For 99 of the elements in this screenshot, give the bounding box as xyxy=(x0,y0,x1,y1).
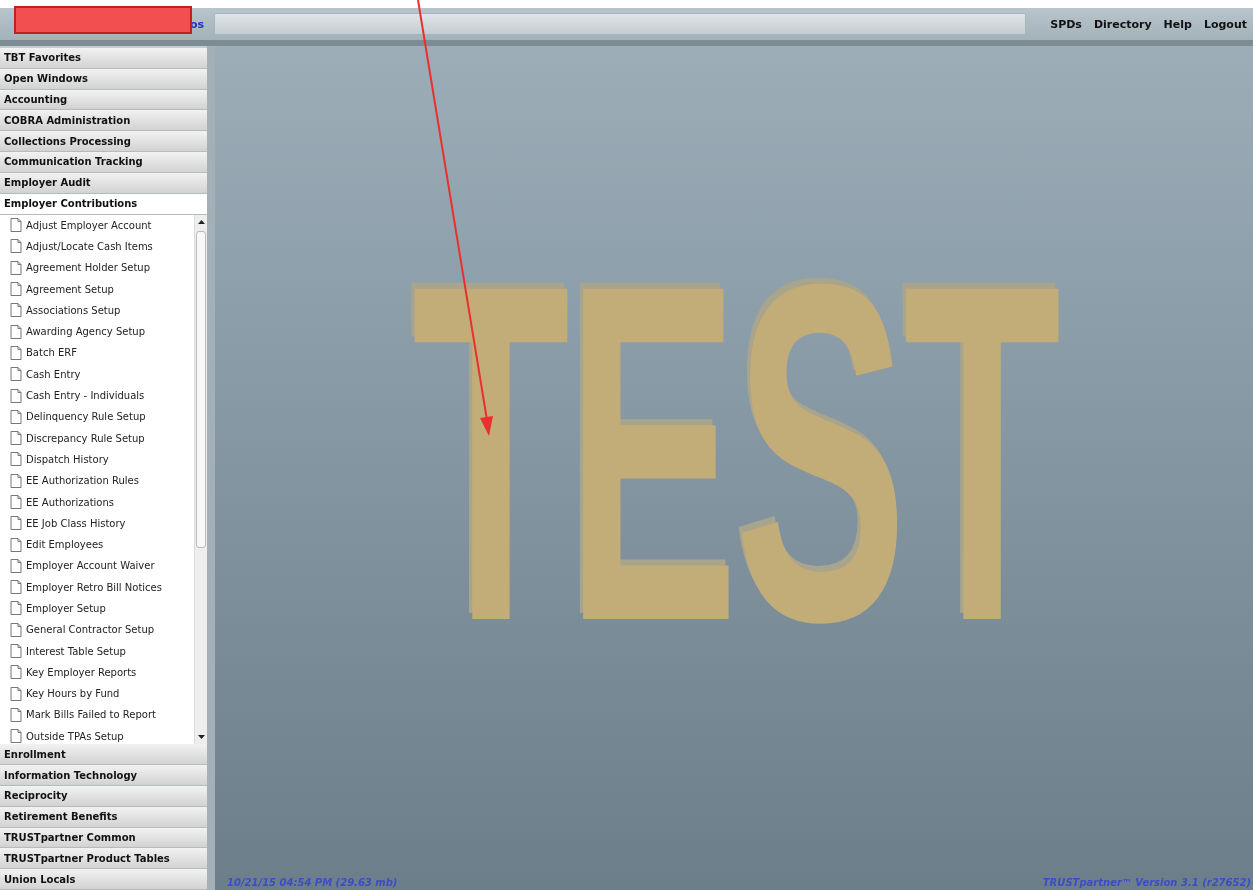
section-header[interactable]: Collections Processing xyxy=(0,131,207,153)
section-header[interactable]: Retirement Benefits xyxy=(0,806,207,828)
document-icon xyxy=(10,388,22,403)
menu-item-label: EE Job Class History xyxy=(26,517,126,529)
document-icon xyxy=(10,707,22,722)
menu-item-label: EE Authorization Rules xyxy=(26,475,139,487)
menu-item-label: Agreement Setup xyxy=(26,283,114,295)
document-icon xyxy=(10,495,22,509)
menu-item[interactable]: General Contractor Setup xyxy=(10,619,194,641)
document-icon xyxy=(10,686,22,701)
menu-item-label: Cash Entry xyxy=(26,368,81,380)
document-icon xyxy=(10,601,22,616)
section-header[interactable]: TBT Favorites xyxy=(0,48,207,69)
menu-item[interactable]: EE Authorization Rules xyxy=(10,470,194,492)
section-header[interactable]: Information Technology xyxy=(0,765,207,786)
document-icon xyxy=(10,537,22,552)
menu-item-label: Associations Setup xyxy=(26,304,121,316)
menu-item[interactable]: Delinquency Rule Setup xyxy=(10,406,194,428)
nav-link[interactable]: SPDs xyxy=(1050,17,1082,31)
version-label: TRUSTpartner™ Version 3.1 (r27652) xyxy=(1042,877,1251,888)
menu-item[interactable]: Associations Setup xyxy=(10,299,194,321)
document-icon xyxy=(10,431,22,446)
section-header[interactable]: TRUSTpartner Product Tables xyxy=(0,848,207,870)
menu-item[interactable]: Employer Setup xyxy=(10,597,194,620)
menu-item-label: Adjust Employer Account xyxy=(26,219,152,231)
document-icon xyxy=(10,260,22,275)
document-icon xyxy=(10,644,22,659)
menu-item[interactable]: Mark Bills Failed to Report xyxy=(10,704,194,726)
document-icon xyxy=(10,516,22,531)
menu-item-label: Delinquency Rule Setup xyxy=(26,411,146,423)
menu-item[interactable]: Adjust/Locate Cash Items xyxy=(10,235,194,258)
document-icon xyxy=(10,622,22,637)
scroll-down-icon[interactable] xyxy=(197,735,205,740)
menu-item-label: Edit Employees xyxy=(26,539,104,551)
menu-item[interactable]: Dispatch History xyxy=(10,448,194,471)
section-header[interactable]: Enrollment xyxy=(0,744,207,766)
menu-item-label: Discrepancy Rule Setup xyxy=(26,432,145,444)
environment-watermark: TEST xyxy=(411,265,1057,641)
document-icon xyxy=(10,324,22,339)
document-icon xyxy=(10,282,22,297)
menu-item-label: Batch ERF xyxy=(26,347,77,359)
section-header[interactable]: Communication Tracking xyxy=(0,152,207,173)
menu-item-label: Key Hours by Fund xyxy=(26,688,120,700)
menu-item-label: General Contractor Setup xyxy=(26,624,155,636)
section-header[interactable]: Reciprocity xyxy=(0,786,207,807)
scrollbar[interactable] xyxy=(194,214,207,745)
menu-item-label: Employer Setup xyxy=(26,603,106,614)
menu-item[interactable]: Employer Retro Bill Notices xyxy=(10,576,194,598)
menu-item-label: Cash Entry - Individuals xyxy=(26,390,145,401)
menu-item[interactable]: Employer Account Waiver xyxy=(10,555,194,577)
menu-item[interactable]: Edit Employees xyxy=(10,533,194,556)
menu-item[interactable]: Key Hours by Fund xyxy=(10,683,194,705)
menu-item[interactable]: EE Authorizations xyxy=(10,491,194,513)
document-icon xyxy=(10,665,22,680)
menu-item[interactable]: Batch ERF xyxy=(10,342,194,364)
menu-item[interactable]: Adjust Employer Account xyxy=(10,214,194,236)
menu-item[interactable]: Cash Entry - Individuals xyxy=(10,384,194,407)
menu-item-label: Awarding Agency Setup xyxy=(26,326,146,338)
menu-item-label: Adjust/Locate Cash Items xyxy=(26,240,153,252)
section-header[interactable]: COBRA Administration xyxy=(0,110,207,132)
menu-item[interactable]: Discrepancy Rule Setup xyxy=(10,427,194,449)
document-icon xyxy=(10,580,22,595)
menu-item[interactable]: Outside TPAs Setup xyxy=(10,725,194,745)
document-icon xyxy=(10,303,22,318)
section-header[interactable]: Open Windows xyxy=(0,68,207,90)
nav-link[interactable]: Help xyxy=(1163,17,1192,31)
nav-link[interactable]: Logout xyxy=(1203,17,1247,31)
document-icon xyxy=(10,239,22,254)
document-icon xyxy=(10,452,22,467)
menu-item-label: Mark Bills Failed to Report xyxy=(26,709,156,721)
menu-item[interactable]: Interest Table Setup xyxy=(10,640,194,662)
menu-item[interactable]: Key Employer Reports xyxy=(10,661,194,684)
document-icon xyxy=(10,473,22,488)
menu-item-label: Outside TPAs Setup xyxy=(26,730,124,742)
menu-item[interactable]: EE Job Class History xyxy=(10,512,194,534)
document-icon xyxy=(10,409,22,424)
nav-link[interactable]: Directory xyxy=(1093,17,1152,31)
section-header[interactable]: Accounting xyxy=(0,89,207,111)
menu-item-label: Interest Table Setup xyxy=(26,645,126,657)
document-icon xyxy=(10,345,22,360)
timestamp: 10/21/15 04:54 PM (29.63 mb) xyxy=(227,877,398,888)
document-icon xyxy=(10,558,22,573)
menu-item-label: Employer Retro Bill Notices xyxy=(26,581,162,593)
document-icon xyxy=(10,367,22,382)
scroll-up-icon[interactable] xyxy=(197,219,205,224)
document-icon xyxy=(10,218,22,233)
section-header[interactable]: Union Locals xyxy=(0,869,207,890)
menu-item[interactable]: Agreement Holder Setup xyxy=(10,257,194,279)
menu-item-label: EE Authorizations xyxy=(26,496,114,508)
section-header[interactable]: Employer Contributions xyxy=(0,193,207,215)
section-header[interactable]: Employer Audit xyxy=(0,172,207,194)
section-header[interactable]: TRUSTpartner Common xyxy=(0,827,207,849)
menu-item-label: Dispatch History xyxy=(26,453,109,465)
menu-item[interactable]: Agreement Setup xyxy=(10,278,194,300)
menu-item-label: Agreement Holder Setup xyxy=(26,262,151,274)
menu-item[interactable]: Awarding Agency Setup xyxy=(10,321,194,343)
menu-item[interactable]: Cash Entry xyxy=(10,363,194,385)
menu-item-label: Employer Account Waiver xyxy=(26,560,155,572)
menu-item-label: Key Employer Reports xyxy=(26,666,137,678)
